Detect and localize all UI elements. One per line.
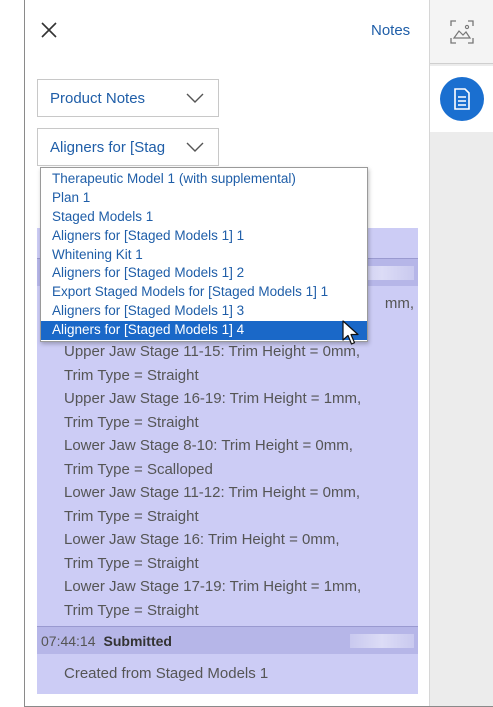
side-rail xyxy=(429,0,493,706)
entry-line: Trim Type = Straight xyxy=(64,366,199,384)
dropdown-option[interactable]: Staged Models 1 xyxy=(41,208,367,227)
dropdown-option[interactable]: Plan 1 xyxy=(41,189,367,208)
notes-title-link[interactable]: Notes xyxy=(371,22,410,39)
dropdown-option[interactable]: Aligners for [Staged Models 1] 3 xyxy=(41,302,367,321)
dropdown-option[interactable]: Aligners for [Staged Models 1] 1 xyxy=(41,227,367,246)
dropdown-option[interactable]: Aligners for [Staged Models 1] 4 xyxy=(41,321,367,341)
entry-line: Lower Jaw Stage 8-10: Trim Height = 0mm, xyxy=(64,437,353,454)
entry-time: 07:44:14 xyxy=(41,632,96,649)
image-scan-icon xyxy=(449,19,474,44)
rail-notes-button[interactable] xyxy=(430,66,493,132)
product-notes-select[interactable]: Product Notes xyxy=(37,79,219,117)
stage-select[interactable]: Aligners for [Stag xyxy=(37,128,219,166)
entry-line: Trim Type = Straight xyxy=(64,601,199,619)
stage-select-value: Aligners for [Stag xyxy=(50,138,166,156)
close-button[interactable] xyxy=(37,18,61,42)
mouse-pointer-icon xyxy=(342,320,359,345)
chevron-down-icon xyxy=(186,93,204,103)
chevron-down-icon xyxy=(186,142,204,152)
dropdown-option[interactable]: Whitening Kit 1 xyxy=(41,246,367,265)
entry-line: Lower Jaw Stage 11-12: Trim Height = 0mm… xyxy=(64,484,361,501)
rail-image-button[interactable] xyxy=(430,0,493,64)
dropdown-option[interactable]: Export Staged Models for [Staged Models … xyxy=(41,283,367,302)
close-icon xyxy=(41,22,57,38)
entry-body: Upper Jaw Stage 11-15: Trim Height = 0mm… xyxy=(64,340,414,622)
entry-line: Trim Type = Straight xyxy=(64,507,199,525)
entry-line: Upper Jaw Stage 16-19: Trim Height = 1mm… xyxy=(64,390,362,407)
entry-line: Lower Jaw Stage 17-19: Trim Height = 1mm… xyxy=(64,578,362,595)
entry-line: Trim Type = Straight xyxy=(64,413,199,431)
entry-header-submitted: 07:44:14 Submitted xyxy=(37,626,418,654)
notes-window: Notes Product Notes Aligners for [Stag m… xyxy=(24,0,493,707)
entry-body-created: Created from Staged Models 1 xyxy=(64,665,269,682)
dropdown-option[interactable]: Aligners for [Staged Models 1] 2 xyxy=(41,264,367,283)
entry-line: Upper Jaw Stage 11-15: Trim Height = 0mm… xyxy=(64,343,361,360)
product-notes-select-value: Product Notes xyxy=(50,89,146,107)
entry-line: Trim Type = Straight xyxy=(64,554,199,572)
document-icon-badge xyxy=(439,77,484,121)
redacted-user xyxy=(350,634,414,648)
entry-line: Lower Jaw Stage 16: Trim Height = 0mm, xyxy=(64,531,340,548)
dropdown-option[interactable]: Therapeutic Model 1 (with supplemental) xyxy=(41,170,367,189)
entry-status: Submitted xyxy=(103,632,172,649)
document-icon xyxy=(453,88,470,110)
entry-line: Trim Type = Scalloped xyxy=(64,460,213,478)
stage-dropdown-list: Therapeutic Model 1 (with supplemental) P… xyxy=(40,167,368,342)
